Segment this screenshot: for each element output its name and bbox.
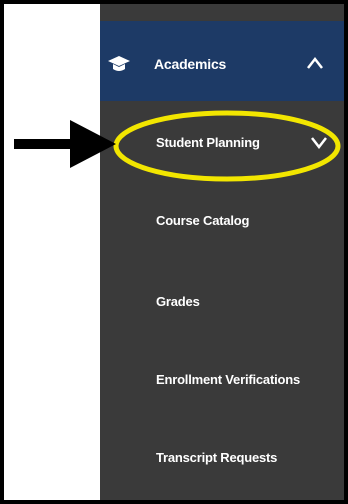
nav-item-enrollment-verifications[interactable]: Enrollment Verifications [156, 372, 300, 387]
screenshot-frame: Academics Student Planning Course Catalo… [4, 4, 344, 500]
sidebar-nav: Academics Student Planning Course Catalo… [100, 4, 344, 500]
highlight-ellipse [113, 110, 341, 182]
nav-item-academics[interactable]: Academics [100, 21, 344, 101]
chevron-up-icon[interactable] [306, 56, 324, 70]
nav-item-grades[interactable]: Grades [156, 294, 200, 309]
graduation-cap-icon [108, 56, 130, 71]
nav-item-course-catalog[interactable]: Course Catalog [156, 213, 249, 228]
pointer-arrow-icon [14, 120, 116, 168]
nav-item-transcript-requests[interactable]: Transcript Requests [156, 450, 277, 465]
nav-item-academics-label: Academics [154, 56, 227, 72]
